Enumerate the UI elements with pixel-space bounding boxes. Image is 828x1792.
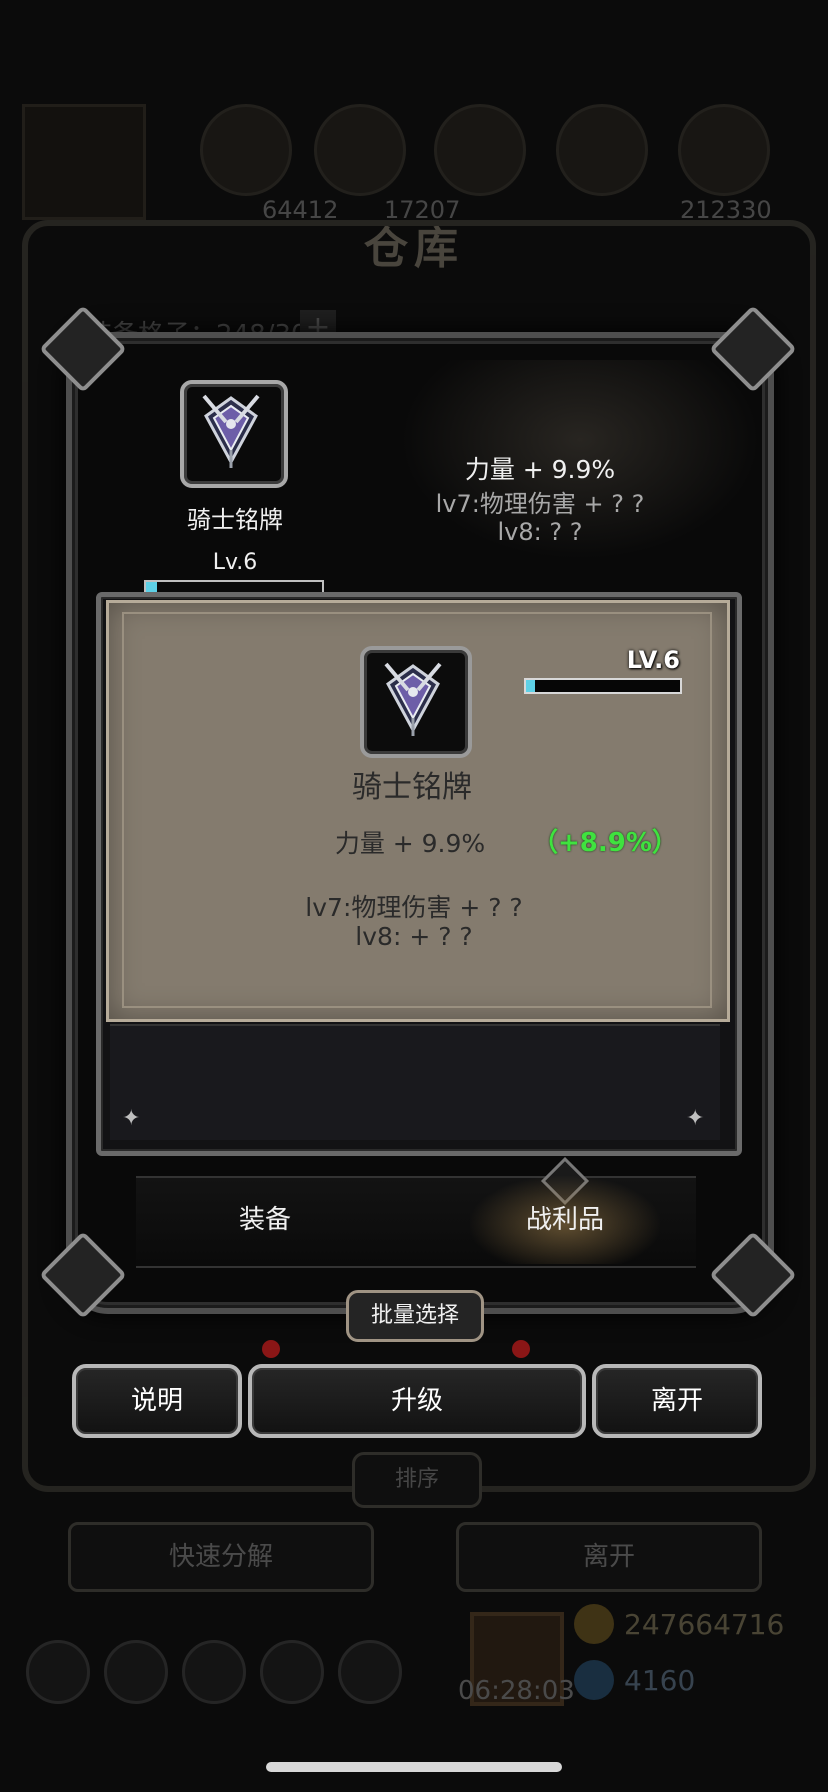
dock-menu-icon[interactable] bbox=[260, 1640, 324, 1704]
leave-button[interactable]: 离开 bbox=[592, 1364, 762, 1438]
popup-bonus-lv7: lv7:物理伤害 + ? ? bbox=[305, 893, 523, 922]
quick-dismantle-button[interactable]: 快速分解 bbox=[68, 1522, 374, 1592]
item-level: Lv.6 bbox=[212, 550, 258, 575]
popup-level-progress-fill bbox=[526, 680, 536, 692]
background-leave-button[interactable]: 离开 bbox=[456, 1522, 762, 1592]
sparkle-icon: ✦ bbox=[686, 1106, 705, 1131]
popup-level-progress bbox=[524, 678, 682, 694]
item-level-progress-fill bbox=[146, 582, 157, 592]
resource-orb-icon bbox=[200, 104, 292, 196]
popup-item-name: 骑士铭牌 bbox=[352, 770, 472, 805]
upgrade-button[interactable]: 升级 bbox=[248, 1364, 586, 1438]
tab-loot[interactable]: 战利品 bbox=[470, 1176, 660, 1264]
dock-menu-icon[interactable] bbox=[338, 1640, 402, 1704]
popup-level: LV.6 bbox=[626, 646, 680, 674]
notification-dot bbox=[262, 1340, 280, 1358]
notification-dot bbox=[512, 1340, 530, 1358]
sparkle-icon: ✦ bbox=[122, 1106, 141, 1131]
item-stat-lv7: lv7:物理伤害 + ? ? bbox=[435, 490, 645, 518]
popup-bonus-lv8: lv8: + ? ? bbox=[355, 922, 473, 951]
popup-item-slot bbox=[360, 646, 472, 758]
popup-stat-delta: （+8.9%） bbox=[532, 828, 678, 858]
dock-menu-icon[interactable] bbox=[182, 1640, 246, 1704]
home-indicator[interactable] bbox=[266, 1762, 562, 1772]
gold-amount: 247664716 bbox=[624, 1608, 785, 1641]
item-slot[interactable] bbox=[180, 380, 288, 488]
gem-icon bbox=[574, 1660, 614, 1700]
resource-orb-icon bbox=[434, 104, 526, 196]
item-stat-strength: 力量 + 9.9% bbox=[464, 455, 616, 484]
gem-amount: 4160 bbox=[624, 1664, 696, 1697]
resource-orb-icon bbox=[314, 104, 406, 196]
knight-emblem-icon bbox=[202, 394, 260, 468]
sort-button[interactable]: 排序 bbox=[352, 1452, 482, 1508]
dock-menu-icon[interactable] bbox=[104, 1640, 168, 1704]
explain-button[interactable]: 说明 bbox=[72, 1364, 242, 1438]
popup-bottom-panel bbox=[110, 1024, 720, 1140]
item-name: 骑士铭牌 bbox=[187, 506, 283, 534]
popup-stat-strength: 力量 + 9.9% bbox=[334, 829, 486, 858]
batch-select-button[interactable]: 批量选择 bbox=[346, 1290, 484, 1342]
tab-equipment[interactable]: 装备 bbox=[180, 1176, 350, 1264]
resource-orb-icon bbox=[678, 104, 770, 196]
item-stat-lv8: lv8: ? ? bbox=[497, 518, 583, 546]
resource-orb-icon bbox=[556, 104, 648, 196]
chest-timer: 06:28:03 bbox=[458, 1676, 575, 1706]
player-portrait[interactable] bbox=[22, 104, 146, 220]
knight-emblem-icon bbox=[384, 662, 442, 736]
gold-coin-icon bbox=[574, 1604, 614, 1644]
dock-menu-icon[interactable] bbox=[26, 1640, 90, 1704]
